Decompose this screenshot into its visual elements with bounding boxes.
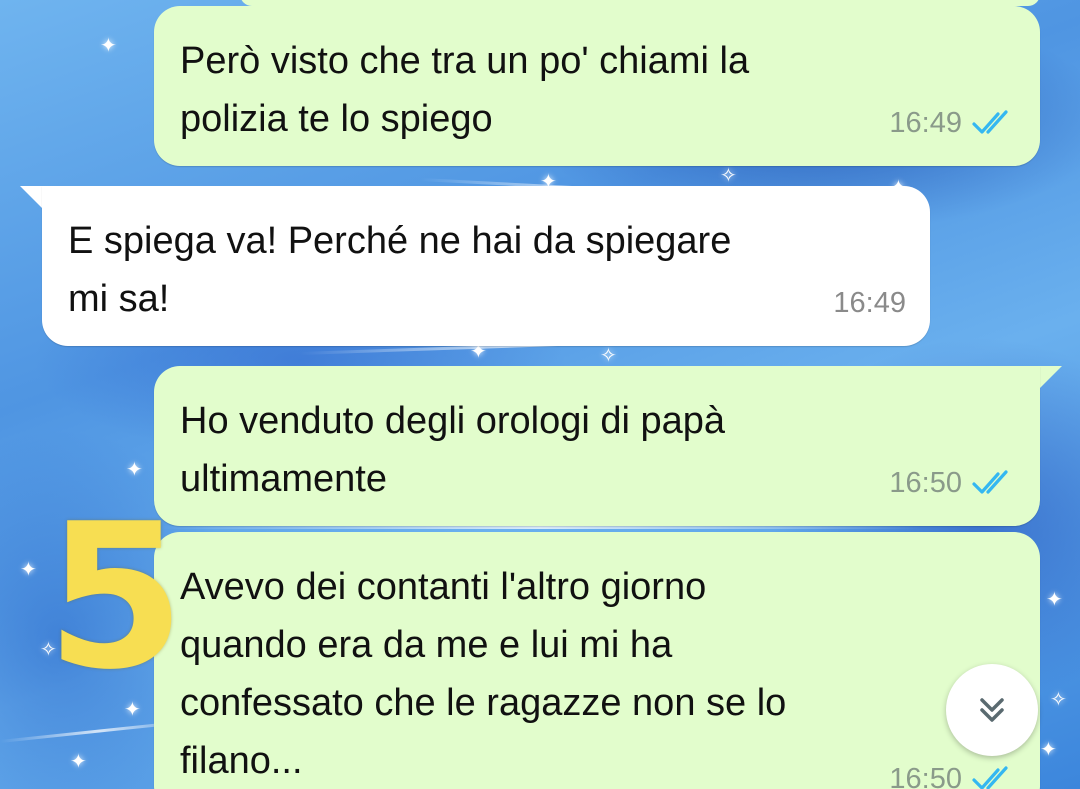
message-time: 16:49 xyxy=(889,107,962,139)
message-meta: 16:49 xyxy=(833,274,906,332)
scroll-to-bottom-button[interactable] xyxy=(946,664,1038,756)
sparkle-icon: ✦ xyxy=(1040,739,1057,761)
message-line: quando era da me e lui mi ha xyxy=(180,624,673,666)
outgoing-message[interactable]: Avevo dei contanti l'altro giorno quando… xyxy=(154,532,1040,789)
message-line: mi sa! xyxy=(68,278,170,320)
sparkle-icon: ✦ xyxy=(70,751,87,773)
sparkle-icon: ✦ xyxy=(1046,589,1063,611)
double-chevron-down-icon xyxy=(980,698,1004,722)
message-text: E spiega va! Perché ne hai da spiegare m… xyxy=(68,212,908,328)
sparkle-icon: ✦ xyxy=(100,35,117,57)
sparkle-icon: ✧ xyxy=(1050,689,1067,711)
message-meta: 16:50 xyxy=(889,454,1016,512)
double-check-read-icon xyxy=(972,110,1008,134)
double-check-read-icon xyxy=(972,766,1008,789)
message-meta: 16:49 xyxy=(889,94,1016,152)
outgoing-message[interactable]: Ho venduto degli orologi di papà ultimam… xyxy=(154,366,1040,526)
sparkle-icon: ✧ xyxy=(720,165,737,187)
message-meta: 16:50 xyxy=(889,750,1016,789)
message-line: E spiega va! Perché ne hai da spiegare xyxy=(68,220,732,262)
message-time: 16:49 xyxy=(833,287,906,319)
sparkle-icon: ✦ xyxy=(126,459,143,481)
sparkle-icon: ✦ xyxy=(20,559,37,581)
sparkle-icon: ✧ xyxy=(600,345,617,367)
outgoing-message[interactable]: Però visto che tra un po' chiami la poli… xyxy=(154,6,1040,166)
chat-screen: ✦ ✦ ✧ ✦ ✦ ✧ ✦ ✦ ✧ ✦ ✦ ✦ ✧ ✦ Però visto c… xyxy=(0,0,1080,789)
message-time: 16:50 xyxy=(889,467,962,499)
message-line: Ho venduto degli orologi di papà xyxy=(180,400,726,442)
incoming-message[interactable]: E spiega va! Perché ne hai da spiegare m… xyxy=(42,186,930,346)
message-line: Però visto che tra un po' chiami la xyxy=(180,40,750,82)
bubble-tail xyxy=(20,186,42,208)
bubble-tail xyxy=(1040,366,1062,388)
message-time: 16:50 xyxy=(889,763,962,789)
double-check-read-icon xyxy=(972,470,1008,494)
wallpaper-streak xyxy=(160,526,920,529)
message-line: Avevo dei contanti l'altro giorno xyxy=(180,566,707,608)
overlay-number: 5 xyxy=(46,481,186,714)
message-line: confessato che le ragazze non se lo xyxy=(180,682,787,724)
